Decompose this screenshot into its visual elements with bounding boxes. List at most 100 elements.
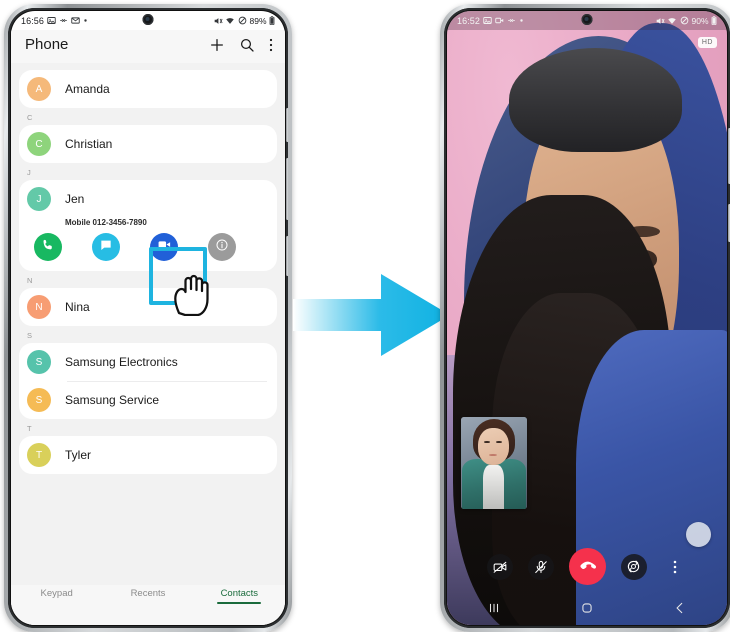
floating-action-button[interactable] [686,522,711,547]
contact-name: Samsung Electronics [65,355,178,369]
contact-card: N Nina [19,288,277,326]
contact-row[interactable]: C Christian [19,125,277,163]
side-button-mute[interactable] [286,108,288,142]
home-icon[interactable] [580,601,594,615]
quick-actions-row [19,231,277,271]
phone-app: Phone A Amanda C C Christian J J Jen Mob… [11,30,285,625]
dot-icon [520,19,523,22]
tab-contacts[interactable]: Contacts [194,588,285,604]
tab-keypad[interactable]: Keypad [11,588,102,599]
pip-shirt [482,464,504,509]
contact-name: Amanda [65,82,110,96]
contact-phone-number: Mobile 012-3456-7890 [65,218,147,227]
status-time: 16:56 [21,15,45,26]
pip-eye-right [495,440,502,444]
search-icon[interactable] [239,37,255,53]
flow-arrow [293,274,450,356]
bottom-tab-bar[interactable]: Keypad Recents Contacts [11,585,285,618]
wifi-icon [226,17,235,24]
mute-icon [214,17,223,24]
battery-icon [711,16,717,25]
video-call-screen: 16:52 90% HD [447,11,727,625]
hd-badge: HD [697,37,717,48]
camera-off-button[interactable] [486,553,513,580]
wifi-icon [668,17,677,24]
status-left-icons: 16:56 [21,16,88,26]
contact-row[interactable]: S Samsung Electronics [19,343,277,381]
mail-icon [71,17,80,24]
message-action[interactable] [92,233,120,261]
voice-call-action[interactable] [34,233,62,261]
kebab-menu-icon[interactable] [269,37,273,53]
battery-percent: 89% [249,15,267,26]
end-call-icon [579,561,596,570]
link-icon [60,19,67,22]
left-phone-device: 16:56 89% Phone A Amanda C C Christian J… [4,4,292,632]
pip-lips [489,453,498,456]
contact-card: S Samsung Electronics S Samsung Service [19,343,277,419]
end-call-button[interactable] [568,548,606,585]
back-icon[interactable] [673,601,687,615]
switch-camera-icon [627,560,640,573]
contact-row[interactable]: T Tyler [19,436,277,474]
status-time: 16:52 [457,15,481,26]
tab-label: Recents [130,588,166,599]
back-icon[interactable] [232,624,246,625]
avatar: S [27,388,51,412]
section-header-c: C [27,113,33,122]
dnd-icon [238,16,247,25]
contact-row[interactable]: J Jen [19,180,277,218]
call-controls-bar [447,548,727,585]
battery-icon [269,16,275,25]
tab-recents[interactable]: Recents [102,588,193,599]
voice-call-action-wrapper [19,233,77,261]
home-icon[interactable] [141,624,155,625]
contact-row[interactable]: S Samsung Service [19,381,277,419]
contact-card: T Tyler [19,436,277,474]
tab-label: Contacts [220,588,259,599]
front-camera-icon [142,14,154,25]
contact-list[interactable]: A Amanda C C Christian J J Jen Mobile 012-3456-7… [11,63,285,585]
status-right-icons: 89% [213,16,275,26]
mic-off-button[interactable] [527,553,554,580]
contact-name: Christian [65,137,113,151]
contact-info-action[interactable] [208,233,236,261]
avatar: J [27,187,51,211]
message-icon [99,238,113,257]
right-phone-device: 16:52 90% HD [440,4,730,632]
self-view-pip[interactable] [461,417,527,509]
dot-icon [84,19,87,22]
tap-hand-cursor [174,274,209,316]
left-phone-screen: 16:56 89% Phone A Amanda C C Christian J… [11,11,285,625]
avatar: T [27,443,51,467]
switch-camera-button[interactable] [620,553,647,580]
section-header-t: T [27,424,32,433]
phone-icon [41,238,55,257]
tab-underline [217,602,262,604]
avatar: A [27,77,51,101]
recents-icon[interactable] [487,601,501,615]
contact-row[interactable]: N Nina [19,288,277,326]
list-top-spacer [19,63,277,70]
info-icon [215,238,229,257]
contact-card: J Jen Mobile 012-3456-7890 [19,180,277,271]
side-button-power[interactable] [286,236,288,276]
page-title: Phone [25,36,69,53]
more-options-button[interactable] [662,554,688,580]
image-icon [483,17,492,24]
recents-icon[interactable] [50,624,64,625]
contact-row[interactable]: A Amanda [19,70,277,108]
tab-label: Keypad [40,588,73,599]
right-phone-screen: 16:52 90% HD [447,11,727,625]
contact-name: Nina [65,300,90,314]
contact-name: Jen [65,192,85,206]
side-button-volume[interactable] [286,158,288,220]
section-header-n: N [27,276,33,285]
kebab-menu-icon [673,560,676,573]
section-header-j: J [27,168,32,177]
image-icon [47,17,56,24]
avatar: C [27,132,51,156]
plus-icon[interactable] [209,37,225,53]
subject-headband [508,47,683,153]
contact-name: Samsung Service [65,393,160,407]
